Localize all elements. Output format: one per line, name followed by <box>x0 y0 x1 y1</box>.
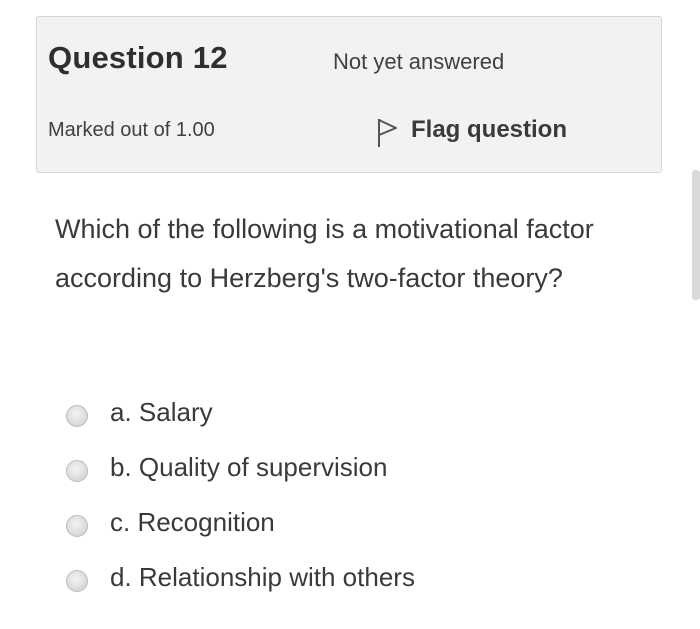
answer-label: d. Relationship with others <box>110 562 415 592</box>
question-number: Question 12 <box>48 40 228 75</box>
flag-question-button[interactable]: Flag question <box>375 111 567 149</box>
flag-icon <box>375 117 399 149</box>
answer-label: b. Quality of supervision <box>110 452 388 482</box>
radio-button[interactable] <box>66 404 88 427</box>
answer-options: a. Salary b. Quality of supervision c. R… <box>66 385 415 605</box>
radio-button[interactable] <box>66 569 88 592</box>
radio-button[interactable] <box>66 514 88 537</box>
question-state: Not yet answered <box>333 49 505 74</box>
answer-option-a[interactable]: a. Salary <box>66 385 415 440</box>
question-info-panel: Question 12 Not yet answered Marked out … <box>36 16 662 173</box>
answer-label: c. Recognition <box>110 507 275 537</box>
radio-button[interactable] <box>66 459 88 482</box>
answer-option-c[interactable]: c. Recognition <box>66 495 415 550</box>
scrollbar[interactable] <box>692 170 700 300</box>
question-grade: Marked out of 1.00 <box>48 119 215 141</box>
answer-option-d[interactable]: d. Relationship with others <box>66 550 415 605</box>
flag-question-label: Flag question <box>411 116 567 143</box>
answer-label: a. Salary <box>110 397 213 427</box>
question-text: Which of the following is a motivational… <box>55 214 594 293</box>
answer-option-b[interactable]: b. Quality of supervision <box>66 440 415 495</box>
